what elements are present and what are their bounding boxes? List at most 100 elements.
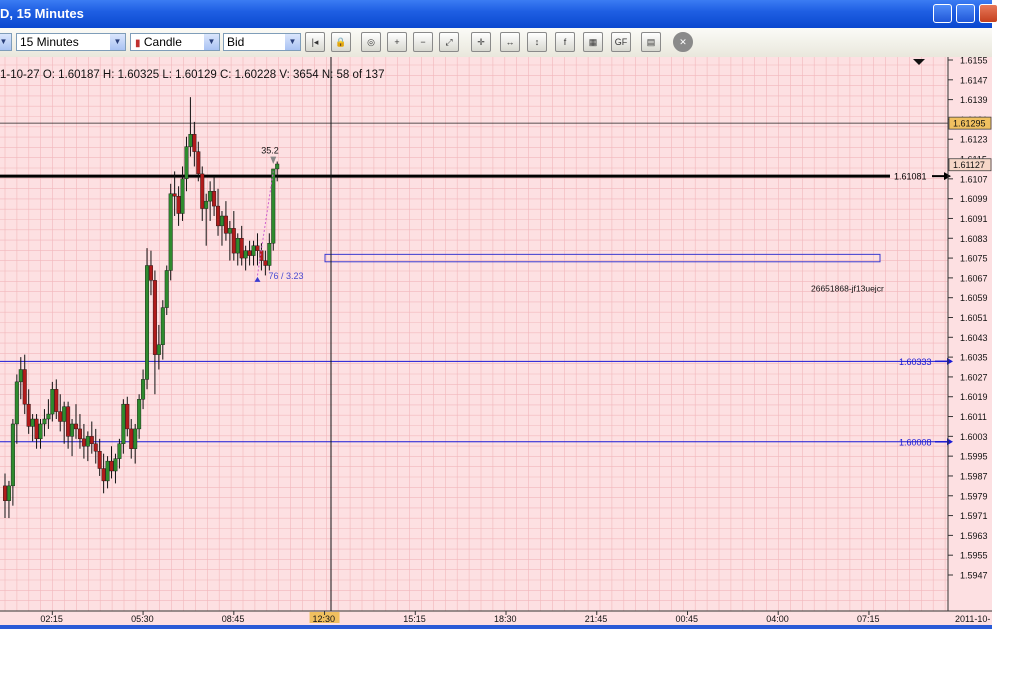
candle-body	[231, 228, 236, 254]
zoom-button[interactable]: ◎	[361, 32, 381, 52]
x-tick-label: 08:45	[222, 614, 245, 624]
candle-body	[62, 406, 67, 422]
first-bar-icon: |◂	[311, 37, 319, 47]
first-bar-button[interactable]: |◂	[305, 32, 325, 52]
status-strip	[0, 625, 992, 629]
zoom-fit-icon: ⤢	[445, 37, 453, 47]
zoom-out-button[interactable]: −	[413, 32, 433, 52]
candle-body	[133, 428, 138, 449]
price-level-label: 1.61081	[894, 172, 927, 182]
candle-icon: ▮	[135, 38, 141, 49]
candle-body	[184, 146, 189, 180]
y-tick-label: 1.6059	[960, 293, 988, 303]
candle-body	[93, 443, 98, 452]
price-level-label: 1.60008	[899, 437, 932, 447]
chart-style-select[interactable]: ▮ Candle ▼	[130, 33, 220, 51]
bar-count-annotation: 35.2	[261, 146, 279, 156]
zoom-icon: ◎	[367, 37, 375, 47]
candle-body	[66, 406, 71, 437]
chevron-down-icon: ▼	[110, 34, 125, 50]
candle-body	[239, 238, 244, 259]
y-tick-label: 1.6083	[960, 234, 988, 244]
zoom-in-button[interactable]: +	[387, 32, 407, 52]
candle-body	[219, 215, 224, 227]
strategy-button[interactable]: ▦	[583, 32, 603, 52]
title-bar: D, 15 Minutes	[0, 0, 998, 28]
candle-body	[180, 178, 185, 214]
collapsed-dropdown[interactable]: ▼	[0, 33, 12, 51]
y-tick-label: 1.6075	[960, 254, 988, 264]
candle-body	[3, 485, 7, 501]
chart-style-value: Candle	[143, 35, 182, 49]
price-type-value: Bid	[227, 35, 245, 49]
candle-body	[113, 458, 118, 472]
x-tick-label: 00:45	[675, 614, 698, 624]
lock-button[interactable]: 🔒	[331, 32, 351, 52]
close-button[interactable]: ✕	[673, 32, 693, 52]
candle-body	[148, 265, 153, 281]
chevron-down-icon: ▼	[0, 34, 11, 50]
candle-body	[168, 193, 173, 271]
candle-body	[22, 369, 27, 405]
zoom-fit-button[interactable]: ⤢	[439, 32, 459, 52]
candle-body	[46, 413, 51, 420]
y-tick-label: 1.6107	[960, 174, 988, 184]
y-tick-label: 1.6027	[960, 372, 988, 382]
crosshair-icon: ✛	[477, 37, 485, 47]
chevron-down-icon: ▼	[204, 34, 219, 50]
date-label: 2011-10-	[955, 614, 990, 624]
candle-body	[212, 191, 217, 207]
candle-body	[145, 265, 150, 380]
plot-background	[0, 57, 948, 611]
save-icon: ▤	[646, 37, 656, 47]
candle-body	[227, 228, 232, 234]
timeframe-select[interactable]: 15 Minutes ▼	[16, 33, 126, 51]
x-tick-label: 15:15	[403, 614, 426, 624]
candle-body	[200, 173, 205, 209]
ohlc-info-line: 1-10-27 O: 1.60187 H: 1.60325 L: 1.60129…	[0, 69, 384, 81]
y-tick-label: 1.6147	[960, 75, 988, 85]
save-button[interactable]: ▤	[641, 32, 661, 52]
y-tick-label: 1.5995	[960, 452, 988, 462]
price-type-select[interactable]: Bid ▼	[223, 33, 301, 51]
candle-body	[208, 191, 213, 202]
candle-body	[54, 389, 59, 412]
indicator-button[interactable]: f	[555, 32, 575, 52]
candle-body	[125, 403, 130, 430]
chart-canvas[interactable]: 1.60333 1.60008 1.61081 1.6155 1.6147 1.6139…	[0, 56, 992, 628]
chart-toolbar: ▼ 15 Minutes ▼ ▮ Candle ▼ Bid ▼ |◂ 🔒 ◎ + − ⤢ ✛…	[0, 28, 992, 58]
chevron-down-icon: ▼	[285, 34, 300, 50]
maximize-button[interactable]	[956, 4, 975, 23]
candle-body	[263, 260, 268, 266]
candle-body	[14, 381, 19, 425]
y-tick-label: 1.6003	[960, 432, 988, 442]
candle-body	[204, 200, 209, 209]
candle-body	[77, 428, 82, 440]
candle-body	[188, 134, 193, 147]
close-window-button[interactable]	[979, 4, 998, 23]
y-tick-label: 1.6139	[960, 95, 988, 105]
candle-body	[235, 238, 240, 254]
crosshair-button[interactable]: ✛	[471, 32, 491, 52]
scale-button[interactable]: ↕	[527, 32, 547, 52]
last-price-tag-label: 1.61127	[953, 160, 985, 170]
x-tick-label: 04:00	[766, 614, 789, 624]
y-tick-label: 1.5971	[960, 511, 988, 521]
gf-button[interactable]: GF	[611, 32, 631, 52]
price-chart[interactable]: 1.60333 1.60008 1.61081 1.6155 1.6147 1.6139…	[0, 56, 992, 628]
candle-body	[18, 369, 23, 383]
price-level-label: 1.60333	[899, 357, 932, 367]
y-tick-label: 1.5947	[960, 571, 988, 581]
minimize-button[interactable]	[933, 4, 952, 23]
y-tick-label: 1.5955	[960, 551, 988, 561]
candle-body	[152, 280, 157, 355]
x-tick-label: 21:45	[585, 614, 608, 624]
scroll-button[interactable]: ↔	[500, 32, 520, 52]
y-tick-label: 1.6091	[960, 214, 988, 224]
indicator-icon: f	[563, 37, 567, 47]
candle-body	[267, 243, 272, 266]
y-tick-label: 1.5979	[960, 491, 988, 501]
y-tick-label: 1.6011	[960, 412, 987, 422]
candle-body	[196, 151, 201, 175]
y-tick-label: 1.6123	[960, 135, 988, 145]
